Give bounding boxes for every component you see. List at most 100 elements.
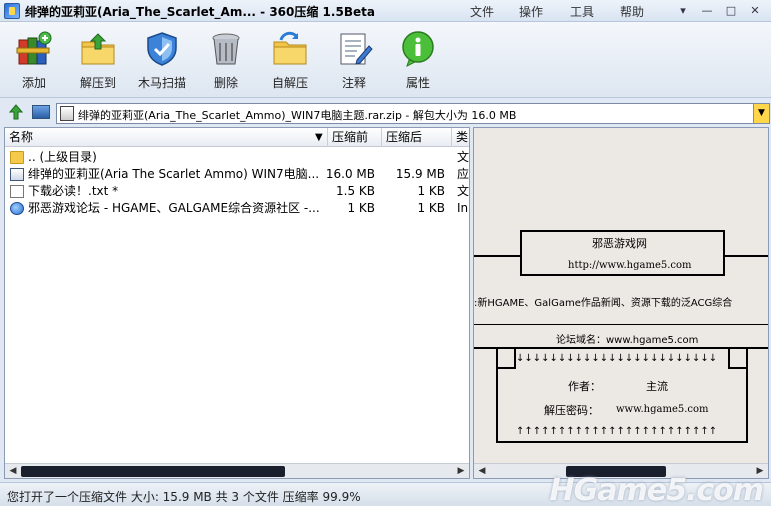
up-level-button[interactable] bbox=[8, 104, 24, 120]
comment-icon bbox=[335, 30, 373, 68]
preview-tagline: :新HGAME、GalGame作品新闻、资源下载的泛ACG综合 bbox=[474, 298, 733, 309]
trash-icon bbox=[207, 30, 245, 68]
menu-operate[interactable]: 操作 bbox=[519, 3, 543, 20]
up-arrow-icon bbox=[8, 104, 24, 120]
self-extract-icon bbox=[271, 30, 309, 68]
archive-path: 绯弹的亚莉亚(Aria_The_Scarlet_Ammo)_WIN7电脑主题.r… bbox=[78, 109, 517, 122]
file-list: 名称 ▼ 压缩前 压缩后 类 .. (上级目录) 文 绯弹的亚莉亚(Aria T… bbox=[4, 127, 470, 479]
preview-author-label: 作者： bbox=[568, 380, 601, 393]
preview-box-left bbox=[520, 230, 522, 276]
ie-link-icon bbox=[10, 202, 24, 215]
file-compressed-size: 1.5 KB bbox=[336, 184, 375, 198]
preview-author-value: 主流 bbox=[646, 380, 668, 393]
address-dropdown-button[interactable]: ▼ bbox=[753, 104, 769, 123]
file-list-hscrollbar[interactable]: ◀ ▶ bbox=[5, 463, 469, 478]
table-row[interactable]: 下载必读！.txt * 1.5 KB 1 KB 文 bbox=[5, 183, 470, 200]
app-icon bbox=[4, 3, 20, 19]
preview-double-line bbox=[474, 347, 768, 349]
info-icon bbox=[399, 30, 437, 68]
window-title: 绯弹的亚莉亚(Aria_The_Scarlet_Am... - 360压缩 1.… bbox=[25, 5, 375, 19]
trojan-scan-button[interactable]: 木马扫描 bbox=[132, 26, 192, 94]
delete-label: 删除 bbox=[213, 76, 238, 90]
address-row: 绯弹的亚莉亚(Aria_The_Scarlet_Ammo)_WIN7电脑主题.r… bbox=[0, 101, 771, 125]
status-text: 您打开了一个压缩文件 大小: 15.9 MB 共 3 个文件 压缩率 99.9% bbox=[7, 490, 361, 504]
preview-box-top bbox=[520, 230, 725, 232]
file-name: 绯弹的亚莉亚(Aria The Scarlet Ammo) WIN7电脑... bbox=[28, 167, 320, 181]
file-name: .. (上级目录) bbox=[28, 150, 97, 164]
watermark-logo: HGame5.com bbox=[549, 473, 764, 506]
preview-box-bottom bbox=[520, 274, 725, 276]
preview-password-value: www.hgame5.com bbox=[616, 404, 709, 415]
maximize-button[interactable]: □ bbox=[720, 3, 742, 18]
preview-site-url: http://www.hgame5.com bbox=[568, 260, 692, 271]
preview-box2-notch-right bbox=[728, 367, 748, 369]
column-name-label: 名称 bbox=[9, 130, 34, 144]
extract-to-label: 解压到 bbox=[79, 76, 116, 90]
minimize-button[interactable]: — bbox=[696, 3, 718, 18]
preview-site-title: 邪恶游戏网 bbox=[592, 237, 647, 250]
column-packed-size[interactable]: 压缩后 bbox=[382, 128, 452, 147]
folder-icon bbox=[10, 151, 24, 164]
add-label: 添加 bbox=[21, 76, 46, 90]
file-name: 邪恶游戏论坛 - HGAME、GALGAME综合资源社区 -... bbox=[28, 201, 320, 215]
preview-box2-bottom bbox=[496, 441, 748, 443]
column-type[interactable]: 类 bbox=[452, 128, 469, 147]
file-type: 应 bbox=[457, 167, 470, 181]
title-bar: 绯弹的亚莉亚(Aria_The_Scarlet_Am... - 360压缩 1.… bbox=[0, 0, 771, 22]
skin-menu-button[interactable]: ▾ bbox=[672, 3, 694, 18]
status-bar: 您打开了一个压缩文件 大小: 15.9 MB 共 3 个文件 压缩率 99.9%… bbox=[0, 473, 771, 506]
table-row[interactable]: .. (上级目录) 文 bbox=[5, 149, 469, 166]
file-packed-size: 1 KB bbox=[417, 184, 445, 198]
add-books-icon bbox=[15, 30, 53, 68]
archive-icon bbox=[60, 106, 74, 121]
shield-icon bbox=[143, 30, 181, 68]
column-name[interactable]: 名称 ▼ bbox=[5, 128, 328, 147]
text-file-icon bbox=[10, 185, 24, 198]
scroll-left-icon[interactable]: ◀ bbox=[7, 465, 19, 477]
file-list-header: 名称 ▼ 压缩前 压缩后 类 bbox=[5, 128, 469, 147]
comment-label: 注释 bbox=[341, 76, 366, 90]
scroll-thumb[interactable] bbox=[21, 466, 285, 477]
address-bar[interactable]: 绯弹的亚莉亚(Aria_The_Scarlet_Ammo)_WIN7电脑主题.r… bbox=[56, 103, 770, 124]
menu-help[interactable]: 帮助 bbox=[620, 3, 644, 20]
preview-box2-left bbox=[496, 349, 498, 443]
file-packed-size: 1 KB bbox=[417, 201, 445, 215]
self-extract-label: 自解压 bbox=[271, 76, 308, 90]
menu-file[interactable]: 文件 bbox=[470, 3, 494, 20]
preview-down-arrows: ↓↓↓↓↓↓↓↓↓↓↓↓↓↓↓↓↓↓↓↓↓↓↓↓ bbox=[516, 353, 718, 364]
delete-button[interactable]: 删除 bbox=[196, 26, 256, 94]
file-compressed-size: 16.0 MB bbox=[325, 167, 375, 181]
table-row[interactable]: 邪恶游戏论坛 - HGAME、GALGAME综合资源社区 -... 1 KB 1… bbox=[5, 200, 469, 217]
trojan-scan-label: 木马扫描 bbox=[137, 76, 186, 90]
comment-button[interactable]: 注释 bbox=[324, 26, 384, 94]
preview-box-right bbox=[723, 230, 725, 276]
preview-forum-domain: 论坛域名：www.hgame5.com bbox=[556, 335, 699, 346]
file-packed-size: 15.9 MB bbox=[395, 167, 445, 181]
rar-file-icon bbox=[10, 168, 24, 181]
file-name: 下载必读！.txt * bbox=[28, 184, 119, 198]
preview-box2-inner-right bbox=[728, 349, 730, 367]
add-button[interactable]: 添加 bbox=[4, 26, 64, 94]
preview-box2-right bbox=[746, 349, 748, 443]
file-type: 文 bbox=[457, 184, 470, 198]
preview-password-label: 解压密码： bbox=[544, 404, 599, 417]
close-button[interactable]: ✕ bbox=[744, 3, 766, 18]
preview-scroll-left-icon[interactable]: ◀ bbox=[476, 465, 488, 477]
scroll-right-icon[interactable]: ▶ bbox=[455, 465, 467, 477]
menu-tools[interactable]: 工具 bbox=[570, 3, 594, 20]
preview-line-right bbox=[725, 255, 768, 257]
column-compressed-size[interactable]: 压缩前 bbox=[328, 128, 382, 147]
sort-arrow-icon: ▼ bbox=[315, 132, 323, 143]
table-row[interactable]: 绯弹的亚莉亚(Aria The Scarlet Ammo) WIN7电脑... … bbox=[5, 166, 470, 183]
preview-up-arrows: ↑↑↑↑↑↑↑↑↑↑↑↑↑↑↑↑↑↑↑↑↑↑↑↑ bbox=[516, 426, 718, 437]
view-mode-button[interactable] bbox=[32, 105, 50, 119]
extract-folder-icon bbox=[79, 30, 117, 68]
toolbar: 添加 解压到 木马扫描 删除 自解压 注释 属性 bbox=[0, 22, 771, 98]
preview-line-left bbox=[474, 255, 520, 257]
self-extract-button[interactable]: 自解压 bbox=[260, 26, 320, 94]
file-type: In bbox=[457, 201, 469, 215]
properties-button[interactable]: 属性 bbox=[388, 26, 448, 94]
preview-separator bbox=[474, 324, 768, 325]
properties-label: 属性 bbox=[405, 76, 430, 90]
extract-to-button[interactable]: 解压到 bbox=[68, 26, 128, 94]
